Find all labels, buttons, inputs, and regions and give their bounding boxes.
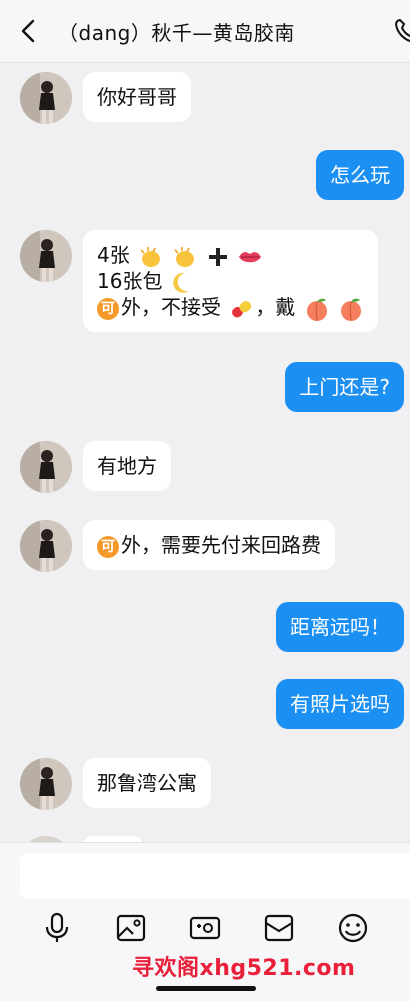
pill-icon <box>232 300 252 317</box>
clapping-hands-icon <box>140 246 161 267</box>
message-bubble-incoming[interactable]: 有地方 <box>83 441 171 491</box>
message-line: 4张 <box>97 242 364 268</box>
crescent-moon-icon <box>173 272 189 293</box>
message-bubble-outgoing[interactable]: 距离远吗！ <box>276 602 404 652</box>
message-text: 怎么玩 <box>330 163 390 187</box>
message-line: 可外，不接受 ，戴 <box>97 294 364 321</box>
chat-header: （dang）秋千—黄岛胶南 <box>0 0 410 63</box>
message-text: 你好哥哥 <box>97 85 177 109</box>
avatar[interactable] <box>20 230 72 282</box>
microphone-icon[interactable] <box>40 911 74 945</box>
message-text: 距离远吗！ <box>290 615 390 639</box>
avatar[interactable] <box>20 520 72 572</box>
message-bubble-outgoing[interactable]: 怎么玩 <box>316 150 404 200</box>
avatar-image <box>20 441 72 493</box>
back-arrow-icon[interactable] <box>14 16 44 46</box>
watermark-text: 寻欢阁xhg521.com <box>132 956 356 981</box>
message-bubble-incoming[interactable]: 你好哥哥 <box>83 72 191 122</box>
message-text: 那鲁湾公寓 <box>97 771 197 795</box>
lips-icon <box>239 251 262 262</box>
message-bubble-incoming[interactable]: 4张 16张包 可 外，不接受 ，戴 <box>83 230 379 332</box>
avatar[interactable] <box>20 758 72 810</box>
phone-icon[interactable] <box>392 16 410 46</box>
envelope-icon[interactable] <box>262 911 296 945</box>
home-indicator <box>156 986 256 991</box>
message-bubble-outgoing[interactable]: 上门还是? <box>285 362 404 412</box>
video-icon[interactable] <box>188 911 222 945</box>
avatar-image <box>20 520 72 572</box>
message-bubble-outgoing[interactable]: 有照片选吗 <box>276 679 404 729</box>
ke-badge-icon: 可 <box>97 535 119 558</box>
message-text: 有地方 <box>97 454 157 478</box>
message-input[interactable] <box>20 853 410 899</box>
peach-icon <box>341 298 362 321</box>
chat-title: （dang）秋千—黄岛胶南 <box>58 21 295 45</box>
message-text: 有照片选吗 <box>290 692 390 716</box>
message-bubble-incoming[interactable]: 可外，需要先付来回路费 <box>83 520 335 570</box>
avatar[interactable] <box>20 441 72 493</box>
plus-icon <box>208 247 227 266</box>
image-icon[interactable] <box>114 911 148 945</box>
message-text: 上门还是? <box>299 375 390 399</box>
clapping-hands-icon <box>174 246 195 267</box>
avatar-image <box>20 758 72 810</box>
message-bubble-incoming[interactable]: 那鲁湾公寓 <box>83 758 211 808</box>
avatar[interactable] <box>20 72 72 124</box>
avatar-image <box>20 230 72 282</box>
avatar-image <box>20 72 72 124</box>
ke-badge-icon: 可 <box>97 297 119 320</box>
message-line: 16张包 <box>97 268 364 294</box>
message-text: 外，需要先付来回路费 <box>121 533 321 557</box>
message-list[interactable]: 你好哥哥 怎么玩 4张 16张包 可 外，不接受 ，戴 上门还是? 有地方 可 … <box>0 62 410 842</box>
emoji-icon[interactable] <box>336 911 370 945</box>
peach-icon <box>306 298 327 321</box>
